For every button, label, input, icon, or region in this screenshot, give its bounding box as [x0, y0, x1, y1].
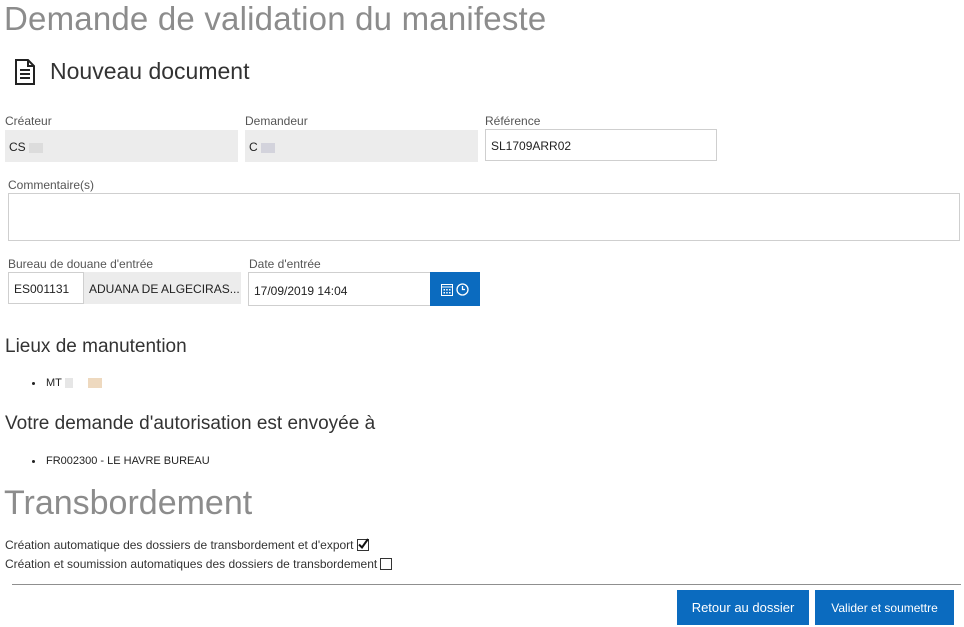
document-icon: [15, 58, 35, 85]
list-item: FR002300 - LE HAVRE BUREAU: [32, 455, 210, 467]
retour-au-dossier-button[interactable]: Retour au dossier: [677, 590, 809, 625]
redacted-text: [261, 142, 276, 153]
calendar-icon: [441, 283, 453, 296]
option-auto-submission[interactable]: Création et soumission automatiques des …: [5, 557, 393, 571]
list-item: MT: [32, 377, 102, 389]
demandeur-value: C: [249, 140, 258, 154]
redacted-text: [87, 378, 102, 389]
valider-et-soumettre-button[interactable]: Valider et soumettre: [815, 590, 954, 625]
redacted-text: [29, 142, 44, 153]
reference-label: Référence: [485, 114, 541, 128]
page-title: Demande de validation du manifeste: [4, 0, 547, 37]
envoi-list: FR002300 - LE HAVRE BUREAU: [32, 455, 210, 467]
redacted-text: [64, 378, 73, 389]
createur-label: Créateur: [5, 114, 52, 128]
document-header: Nouveau document: [14, 58, 249, 85]
lieux-list: MT: [32, 377, 102, 389]
auto-submission-checkbox[interactable]: [380, 558, 393, 570]
reference-input[interactable]: SL1709ARR02: [485, 129, 717, 161]
option-auto-submission-label: Création et soumission automatiques des …: [5, 557, 378, 571]
option-auto-creation-label: Création automatique des dossiers de tra…: [5, 538, 354, 552]
demandeur-field: C: [245, 130, 478, 162]
auto-creation-checkbox[interactable]: [356, 538, 369, 551]
bureau-label: Bureau de douane d'entrée: [8, 257, 154, 271]
bureau-name: ADUANA DE ALGECIRAS...: [84, 272, 241, 304]
date-entree-label: Date d'entrée: [249, 257, 321, 271]
createur-field: CS: [5, 130, 238, 162]
commentaire-textarea[interactable]: [8, 193, 960, 241]
envoi-heading: Votre demande d'autorisation est envoyée…: [5, 413, 376, 434]
clock-icon: [456, 282, 469, 296]
manifest-validation-page: Demande de validation du manifeste Nouve…: [0, 0, 964, 627]
demandeur-label: Demandeur: [245, 114, 308, 128]
transbordement-heading: Transbordement: [4, 484, 253, 522]
document-title: Nouveau document: [50, 58, 250, 84]
checkmark-icon: [357, 538, 369, 550]
datetime-picker-button[interactable]: [430, 272, 480, 306]
bureau-code-input[interactable]: ES001131: [8, 272, 84, 304]
footer-divider: [12, 584, 961, 585]
date-entree-input[interactable]: 17/09/2019 14:04: [248, 272, 431, 306]
createur-value: CS: [9, 140, 26, 154]
lieux-item-value: MT: [46, 377, 62, 389]
option-auto-creation[interactable]: Création automatique des dossiers de tra…: [5, 538, 369, 552]
lieux-heading: Lieux de manutention: [5, 336, 187, 357]
commentaire-label: Commentaire(s): [8, 178, 95, 192]
